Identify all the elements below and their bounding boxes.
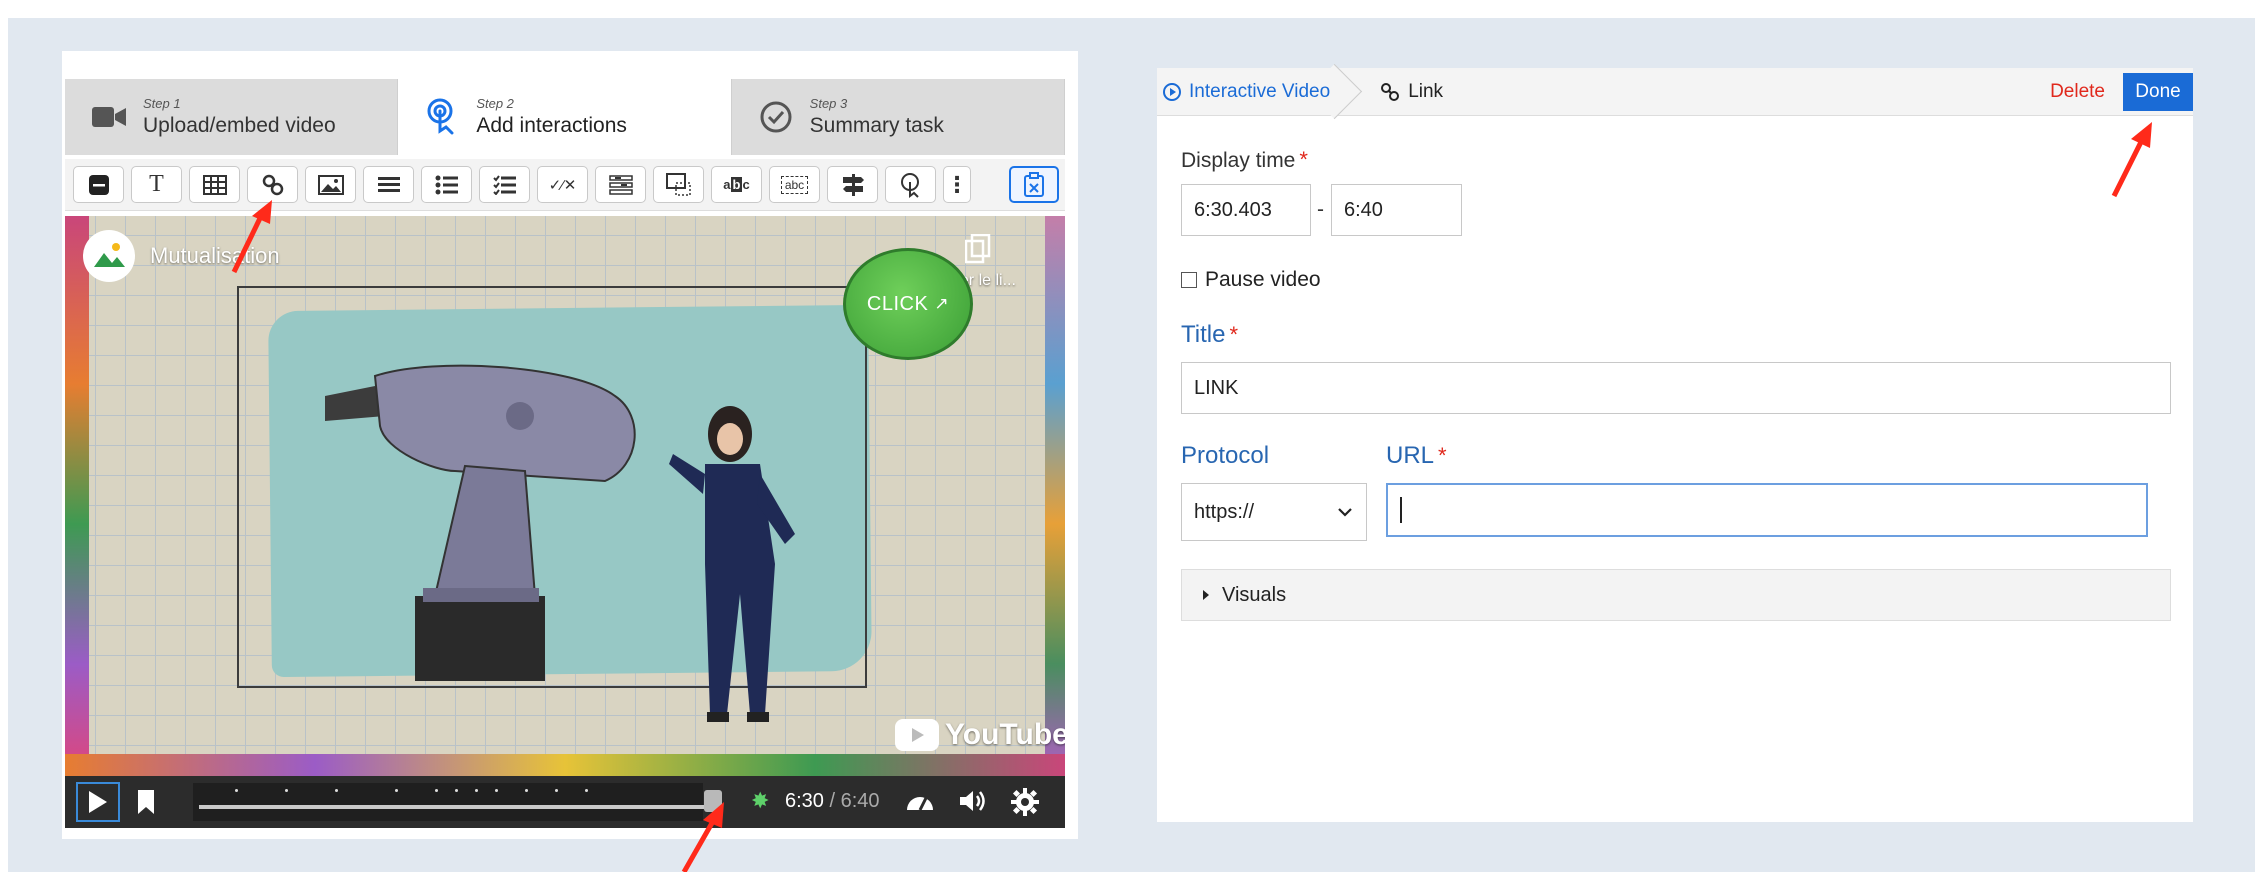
- breadcrumb-current: Link: [1348, 81, 1443, 103]
- vertical-dots-icon: ⋮: [946, 171, 968, 197]
- mark-words-tool-button[interactable]: abc: [711, 166, 762, 203]
- chevron-down-icon: [1338, 508, 1352, 517]
- true-false-tool-button[interactable]: ✓⁄✕: [537, 166, 588, 203]
- true-false-icon: ✓⁄✕: [548, 176, 577, 194]
- tap-icon: [420, 95, 464, 139]
- video-decor-bottom: [65, 754, 1065, 776]
- bookmarks-button[interactable]: [130, 782, 162, 822]
- video-camera-icon: [87, 95, 131, 139]
- bookmark-icon: [138, 790, 154, 814]
- step-name: Add interactions: [476, 114, 627, 137]
- link-tool-button[interactable]: [247, 166, 298, 203]
- multiple-choice-tool-button[interactable]: [479, 166, 530, 203]
- copy-icon[interactable]: [964, 233, 991, 269]
- time-separator: /: [829, 790, 836, 812]
- more-tools-button[interactable]: ⋮: [943, 166, 971, 203]
- video-decor-left: [65, 216, 89, 776]
- protocol-selected-value: https://: [1194, 500, 1255, 523]
- settings-gear-icon[interactable]: [1011, 788, 1039, 823]
- video-player[interactable]: Mutualisation Copier le li... CLICK ↗ Yo…: [65, 216, 1065, 776]
- channel-name[interactable]: Mutualisation: [150, 243, 280, 269]
- drill-image: [325, 364, 636, 681]
- breadcrumb-root-label: Interactive Video: [1189, 80, 1331, 102]
- done-button[interactable]: Done: [2123, 72, 2193, 111]
- breadcrumb-root[interactable]: Interactive Video: [1157, 68, 1348, 115]
- triangle-right-icon: [1203, 590, 1209, 600]
- title-label: Title *: [1181, 321, 1239, 348]
- youtube-wordmark: YouTube: [945, 718, 1065, 751]
- time-range-dash: -: [1317, 198, 1324, 221]
- visuals-label: Visuals: [1222, 583, 1287, 606]
- player-controls: ✸ 6:30 / 6:40: [65, 776, 1065, 828]
- pause-video-label: Pause video: [1205, 268, 1321, 291]
- time-display: 6:30 / 6:40: [785, 790, 880, 813]
- url-label: URL *: [1386, 442, 1447, 469]
- current-time: 6:30: [785, 790, 824, 812]
- check-circle-icon: [754, 95, 798, 139]
- step-tabs: Step 1 Upload/embed video Step 2 Add inter…: [65, 79, 1065, 155]
- bookmark-summary-button[interactable]: [1009, 166, 1059, 203]
- url-input[interactable]: [1386, 483, 2148, 537]
- text-cursor: [1400, 497, 1402, 523]
- step-number: Step 2: [476, 96, 514, 111]
- image-tool-button[interactable]: [305, 166, 356, 203]
- start-time-input[interactable]: 6:30.403: [1181, 184, 1311, 236]
- volume-icon[interactable]: [958, 788, 988, 821]
- drag-text-icon: abc: [780, 175, 809, 194]
- external-link-icon: ↗: [934, 294, 950, 313]
- link-hotspot-label: CLICK: [866, 292, 929, 315]
- navigation-hotspot-tool-button[interactable]: [885, 166, 936, 203]
- table-tool-button[interactable]: [189, 166, 240, 203]
- step-number: Step 3: [809, 96, 848, 111]
- delete-button[interactable]: Delete: [2050, 81, 2105, 103]
- end-time-input[interactable]: 6:40: [1331, 184, 1462, 236]
- display-time-label: Display time *: [1181, 147, 1308, 172]
- editor-header: Interactive Video Link Delete Done: [1157, 68, 2193, 116]
- channel-avatar[interactable]: [83, 230, 135, 282]
- title-input[interactable]: LINK: [1181, 362, 2171, 414]
- step-name: Summary task: [809, 114, 944, 137]
- seek-bar[interactable]: [193, 783, 704, 821]
- breadcrumb-current-label: Link: [1408, 80, 1444, 102]
- link-icon: [1381, 82, 1400, 101]
- mark-words-icon: abc: [723, 177, 750, 192]
- visuals-expander[interactable]: Visuals: [1181, 569, 2171, 621]
- crossroads-tool-button[interactable]: [827, 166, 878, 203]
- video-decor-right: [1045, 216, 1065, 776]
- step-number: Step 1: [143, 96, 181, 111]
- link-icon: [262, 174, 283, 195]
- protocol-label: Protocol: [1181, 442, 1270, 469]
- speed-gauge-icon[interactable]: [905, 788, 935, 821]
- youtube-play-icon: [895, 719, 939, 751]
- interactions-toolbar: T ✓⁄✕ abc abc ⋮: [65, 159, 1065, 211]
- text-icon: T: [149, 171, 164, 197]
- step-name: Upload/embed video: [143, 114, 336, 137]
- label-tool-button[interactable]: [73, 166, 124, 203]
- pause-video-checkbox[interactable]: Pause video: [1181, 268, 1321, 292]
- fill-blanks-tool-button[interactable]: [595, 166, 646, 203]
- drag-drop-tool-button[interactable]: [653, 166, 704, 203]
- tab-step-1[interactable]: Step 1 Upload/embed video: [65, 79, 399, 155]
- duration-time: 6:40: [840, 790, 880, 812]
- person-image: [669, 406, 795, 722]
- tab-step-3[interactable]: Step 3 Summary task: [731, 79, 1065, 155]
- video-editor-panel: Step 1 Upload/embed video Step 2 Add inter…: [62, 51, 1078, 839]
- text-tool-button[interactable]: T: [131, 166, 182, 203]
- single-choice-tool-button[interactable]: [421, 166, 472, 203]
- tab-step-2[interactable]: Step 2 Add interactions: [398, 79, 732, 155]
- statements-tool-button[interactable]: [363, 166, 414, 203]
- seek-bar-track: [199, 805, 704, 809]
- star-marker-icon[interactable]: ✸: [751, 788, 769, 814]
- drag-text-tool-button[interactable]: abc: [769, 166, 820, 203]
- link-hotspot[interactable]: CLICK ↗: [843, 248, 973, 360]
- play-circle-icon: [1163, 82, 1181, 101]
- protocol-select[interactable]: https://: [1181, 483, 1367, 541]
- play-button[interactable]: [76, 782, 120, 822]
- checkbox-box[interactable]: [1181, 272, 1197, 288]
- play-icon: [89, 791, 107, 813]
- seek-thumb[interactable]: [703, 790, 722, 812]
- youtube-logo[interactable]: YouTube: [895, 718, 1065, 752]
- link-editor-panel: Interactive Video Link Delete Done Displ…: [1157, 68, 2193, 822]
